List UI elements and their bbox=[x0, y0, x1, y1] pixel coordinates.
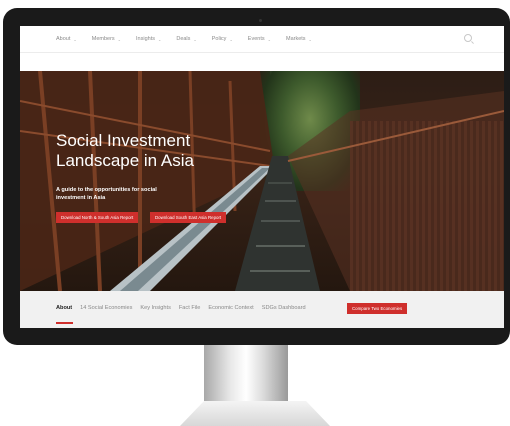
chevron-down-icon: ⌄ bbox=[308, 36, 312, 42]
monitor-bezel: About ⌄ Members ⌄ Insights ⌄ Deals ⌄ Policy ⌄… bbox=[3, 8, 510, 345]
subnav-item-about[interactable]: About bbox=[56, 305, 72, 311]
nav-item-deals[interactable]: Deals ⌄ bbox=[176, 36, 196, 42]
hero-bridge-image bbox=[20, 71, 504, 291]
active-tab-indicator bbox=[56, 322, 73, 324]
nav-item-events[interactable]: Events ⌄ bbox=[248, 36, 271, 42]
search-icon[interactable] bbox=[464, 34, 472, 42]
chevron-down-icon: ⌄ bbox=[229, 36, 233, 42]
download-north-south-asia-button[interactable]: Download North & South Asia Report bbox=[56, 212, 139, 223]
nav-item-label: Policy bbox=[211, 36, 227, 42]
subnav-item-fact-file[interactable]: Fact File bbox=[179, 305, 200, 311]
chevron-down-icon: ⌄ bbox=[73, 36, 77, 42]
hero-subtitle-line-2: investment in Asia bbox=[56, 195, 106, 201]
hero-subtitle-line-1: A guide to the opportunities for social bbox=[56, 187, 157, 193]
subnav-menu: About 14 Social Economies Key Insights F… bbox=[56, 291, 314, 325]
nav-item-label: Markets bbox=[285, 36, 306, 42]
subnav-item-sdgs-dashboard[interactable]: SDGs Dashboard bbox=[262, 305, 306, 311]
download-south-east-asia-button[interactable]: Download South East Asia Report bbox=[150, 212, 227, 223]
nav-item-label: Events bbox=[247, 36, 265, 42]
monitor-screen: About ⌄ Members ⌄ Insights ⌄ Deals ⌄ Policy ⌄… bbox=[20, 26, 504, 328]
nav-item-markets[interactable]: Markets ⌄ bbox=[286, 36, 312, 42]
chevron-down-icon: ⌄ bbox=[193, 36, 197, 42]
camera-icon bbox=[259, 19, 262, 22]
nav-menu: About ⌄ Members ⌄ Insights ⌄ Deals ⌄ Policy ⌄… bbox=[56, 26, 327, 52]
nav-item-policy[interactable]: Policy ⌄ bbox=[212, 36, 233, 42]
nav-item-members[interactable]: Members ⌄ bbox=[92, 36, 121, 42]
chevron-down-icon: ⌄ bbox=[267, 36, 271, 42]
monitor-stand-base bbox=[180, 401, 330, 426]
nav-item-insights[interactable]: Insights ⌄ bbox=[136, 36, 161, 42]
top-navbar: About ⌄ Members ⌄ Insights ⌄ Deals ⌄ Policy ⌄… bbox=[20, 26, 504, 53]
chevron-down-icon: ⌄ bbox=[117, 36, 122, 42]
hero-subtitle: A guide to the opportunities for social … bbox=[56, 186, 176, 202]
subnav-item-economic-context[interactable]: Economic Context bbox=[208, 305, 253, 311]
nav-item-label: Insights bbox=[136, 36, 155, 42]
nav-item-label: Deals bbox=[176, 36, 191, 42]
hero-title-line-2: Landscape in Asia bbox=[56, 151, 194, 170]
nav-item-about[interactable]: About ⌄ bbox=[56, 36, 77, 42]
hero-banner: Social Investment Landscape in Asia A gu… bbox=[20, 71, 504, 291]
monitor-stand-neck bbox=[204, 345, 288, 403]
compare-economies-button[interactable]: Compare Two Economies bbox=[347, 303, 408, 314]
hero-title-line-1: Social Investment bbox=[56, 131, 191, 150]
header-spacer bbox=[20, 53, 504, 71]
nav-item-label: About bbox=[56, 36, 71, 42]
subnav-item-social-economies[interactable]: 14 Social Economies bbox=[80, 305, 132, 311]
chevron-down-icon: ⌄ bbox=[157, 36, 162, 42]
subnav-item-key-insights[interactable]: Key Insights bbox=[140, 305, 170, 311]
section-subnav: About 14 Social Economies Key Insights F… bbox=[20, 291, 504, 328]
nav-item-label: Members bbox=[91, 36, 115, 42]
hero-title: Social Investment Landscape in Asia bbox=[56, 131, 256, 171]
